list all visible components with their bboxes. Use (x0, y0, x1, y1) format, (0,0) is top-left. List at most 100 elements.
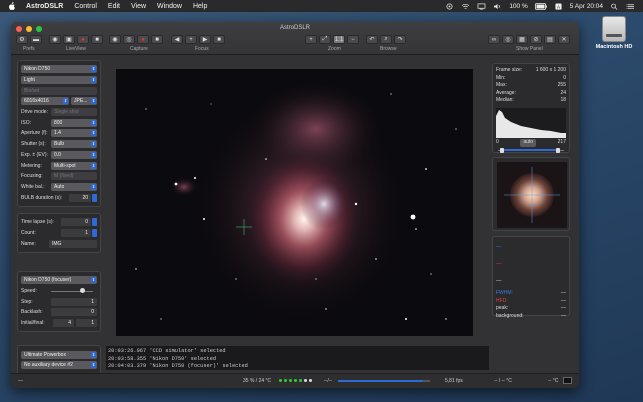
focus-out-button[interactable]: ▶ (199, 35, 211, 44)
zoom-label: Zoom (328, 46, 341, 52)
bulb-duration-field[interactable]: 20 (69, 193, 91, 202)
step-field[interactable]: 1 (51, 297, 97, 306)
focus-in-button[interactable]: + (185, 35, 197, 44)
camera-select[interactable]: Nikon D750 ⇕ (21, 65, 97, 74)
hfd-label: HFD: (496, 297, 508, 304)
resolution-select[interactable]: 6016x4016 ⇕ (21, 97, 69, 106)
desktop-disk[interactable]: Macintosh HD (594, 16, 634, 50)
notification-center-icon[interactable] (626, 3, 635, 10)
liveview-stop-button[interactable]: ■ (91, 35, 103, 44)
star-preview (497, 162, 567, 228)
iso-select[interactable]: 800 ⇕ (51, 118, 97, 127)
hard-disk-icon[interactable] (602, 16, 626, 42)
nebula-image (116, 69, 473, 336)
name-field[interactable]: IMG (49, 239, 97, 248)
exposure-comp-value: 0.0 (54, 151, 61, 158)
speed-slider[interactable] (51, 287, 97, 295)
panel-no-button[interactable]: ⊘ (530, 35, 542, 44)
shutter-select[interactable]: Bulb ⇕ (51, 140, 97, 149)
panel-tools-button[interactable]: ✕ (558, 35, 570, 44)
name-label: Name: (21, 240, 36, 247)
focus-stop-button[interactable]: ■ (213, 35, 225, 44)
menu-app-name[interactable]: AstroDSLR (26, 3, 63, 10)
menu-edit[interactable]: Edit (108, 3, 120, 10)
panel-save-button[interactable]: ▤ (544, 35, 556, 44)
backlash-field[interactable]: 0 (51, 308, 97, 317)
capture-photo-button[interactable]: ◎ (123, 35, 135, 44)
menubar-clock[interactable]: 5 Apr 20:04 (570, 3, 603, 10)
menu-window[interactable]: Window (157, 3, 182, 10)
liveview-record-button[interactable]: ● (77, 35, 89, 44)
menu-view[interactable]: View (131, 3, 146, 10)
time-lapse-stepper[interactable] (92, 218, 97, 227)
aperture-value: 1.4 (54, 130, 61, 137)
browse-redo-button[interactable]: ↷ (394, 35, 406, 44)
liveview-photo-button[interactable]: ▣ (63, 35, 75, 44)
focus-in-fast-button[interactable]: ◀ (171, 35, 183, 44)
airplay-icon[interactable] (445, 3, 454, 10)
eye-icon: ◉ (112, 37, 118, 43)
accessibility-icon[interactable]: A (554, 2, 563, 10)
format-select[interactable]: JPE... ⇕ (71, 97, 97, 106)
aux1-select[interactable]: Ultimate Powerbox ⇕ (21, 350, 97, 359)
prefs-button[interactable]: ⚙ (16, 35, 28, 44)
zoom-actual-button[interactable]: 1:1 (333, 35, 345, 44)
bulb-duration-value: 20 (82, 194, 88, 201)
frame-type-select[interactable]: Light ⇕ (21, 76, 97, 85)
capture-eye-button[interactable]: ◉ (109, 35, 121, 44)
panel-target-button[interactable]: ◎ (502, 35, 514, 44)
battery-percent[interactable]: 100 % (509, 3, 527, 10)
capture-stop-button[interactable]: ■ (151, 35, 163, 44)
menu-help[interactable]: Help (193, 3, 207, 10)
apple-icon[interactable] (8, 2, 16, 10)
count-stepper[interactable] (92, 228, 97, 237)
name-value: IMG (52, 240, 62, 247)
battery-icon[interactable] (534, 2, 547, 10)
initial-field[interactable]: 4 (53, 319, 74, 328)
log-panel[interactable]: 20:03:26.067 'CCD simulator' selected 20… (106, 346, 489, 370)
drive-mode-label: Drive mode: (21, 109, 48, 116)
status-cooler: -- / -- °C (494, 378, 512, 384)
browse-search-button[interactable]: ⌕ (380, 35, 392, 44)
resolution-value: 6016x4016 (24, 98, 49, 105)
step-label: Step: (21, 298, 33, 305)
image-preview[interactable] (116, 69, 473, 336)
volume-icon[interactable] (493, 3, 502, 10)
zoom-in-button[interactable]: + (305, 35, 317, 44)
stretch-low-knob[interactable] (499, 147, 504, 153)
aux2-select[interactable]: No auxiliary device #2 ⇕ (21, 361, 97, 370)
final-field[interactable]: 1 (76, 319, 97, 328)
count-field[interactable]: 1 (61, 228, 91, 237)
white-balance-value: Auto (54, 183, 65, 190)
zoom-fit-button[interactable]: ⤢ (319, 35, 331, 44)
focuser-select[interactable]: Nikon D750 (focuser) ⇕ (21, 276, 97, 285)
chevron-updown-icon: ⇕ (91, 77, 96, 84)
display-icon[interactable] (477, 3, 486, 10)
bulb-duration-stepper[interactable] (92, 193, 97, 202)
time-lapse-field[interactable]: 0 (61, 218, 91, 227)
metering-select[interactable]: Multi-spot ⇕ (51, 161, 97, 170)
panel-grid-button[interactable]: ▦ (516, 35, 528, 44)
capture-record-button[interactable]: ● (137, 35, 149, 44)
folder-button[interactable]: ▬ (30, 35, 42, 44)
shutter-value: Bulb (54, 141, 65, 148)
aperture-select[interactable]: 1.4 ⇕ (51, 129, 97, 138)
chevron-updown-icon: ⇕ (91, 130, 96, 137)
iso-label: ISO: (21, 119, 32, 126)
liveview-eye-button[interactable]: ◉ (49, 35, 61, 44)
stretch-slider[interactable] (496, 147, 566, 154)
stretch-high-knob[interactable] (555, 147, 560, 153)
zoom-out-button[interactable]: − (347, 35, 359, 44)
status-temp: 35 % / 24 °C (243, 378, 272, 384)
wifi-icon[interactable] (461, 3, 470, 10)
search-icon[interactable] (610, 3, 619, 10)
speed-slider-knob[interactable] (79, 288, 85, 294)
stretch-auto-button[interactable]: auto (520, 138, 537, 147)
menu-control[interactable]: Control (74, 3, 97, 10)
exposure-comp-select[interactable]: 0.0 ⇕ (51, 150, 97, 159)
browse-undo-button[interactable]: ↶ (366, 35, 378, 44)
white-balance-select[interactable]: Auto ⇕ (51, 182, 97, 191)
panel-link-button[interactable]: ∞ (488, 35, 500, 44)
eye-icon: ◉ (52, 37, 58, 43)
led-icon (284, 379, 287, 382)
